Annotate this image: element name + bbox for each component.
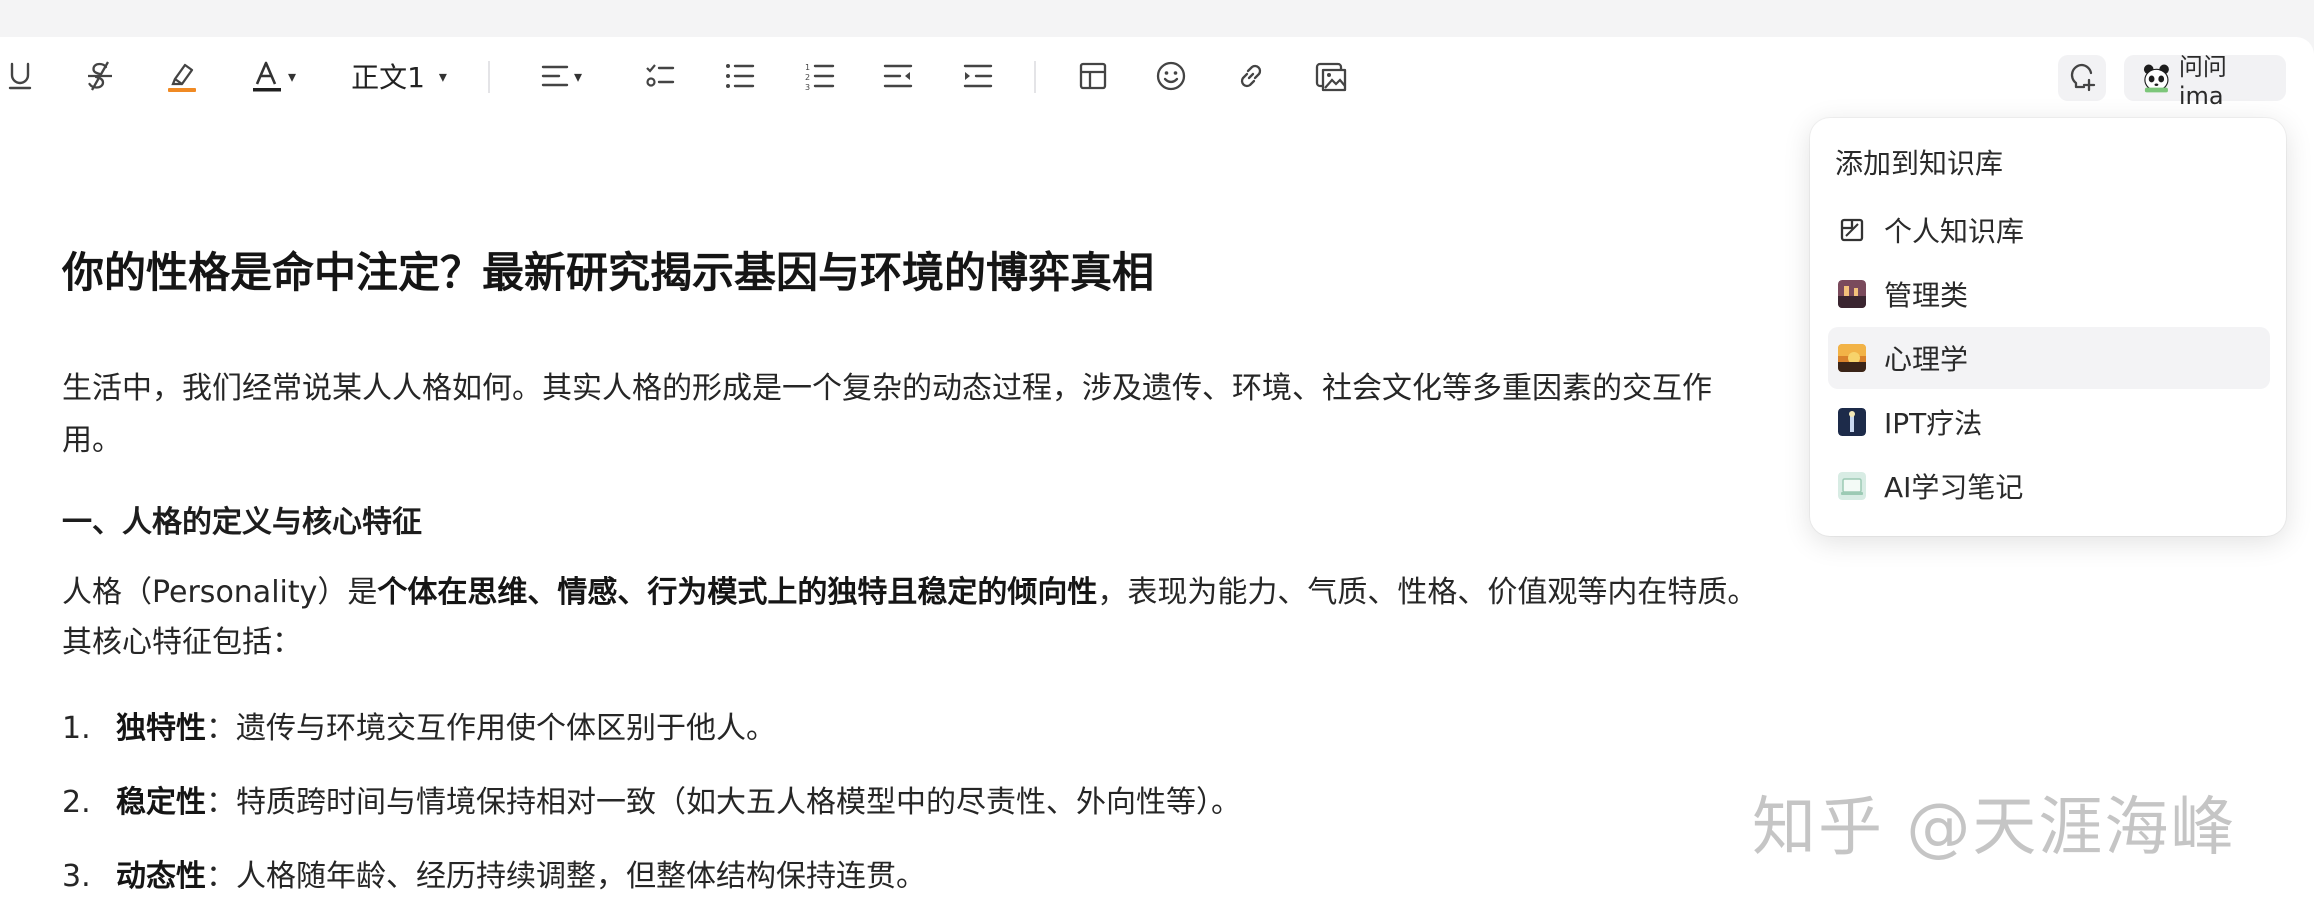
panda-avatar-icon bbox=[2143, 64, 2169, 93]
list-term: 稳定性 bbox=[116, 785, 206, 820]
strikethrough-icon[interactable] bbox=[82, 56, 118, 96]
document-title: 你的性格是命中注定？最新研究揭示基因与环境的博弈真相 bbox=[62, 248, 1155, 297]
list-desc: ：特质跨时间与情境保持相对一致（如大五人格模型中的尽责性、外向性等）。 bbox=[206, 785, 1241, 820]
link-icon[interactable] bbox=[1232, 56, 1270, 96]
indent-icon[interactable] bbox=[960, 56, 996, 96]
formatting-toolbar: ▾ 正文1 ▾ ▾ 123 问问ima bbox=[0, 37, 2314, 119]
chevron-down-icon: ▾ bbox=[573, 66, 583, 86]
text-style-select[interactable]: 正文1 ▾ bbox=[344, 56, 454, 96]
menu-item-ipt[interactable]: IPT疗法 bbox=[1828, 391, 2270, 453]
menu-item-psychology[interactable]: 心理学 bbox=[1828, 327, 2270, 389]
align-icon[interactable]: ▾ bbox=[530, 56, 592, 96]
list-term: 独特性 bbox=[116, 711, 206, 746]
menu-title: 添加到知识库 bbox=[1835, 147, 2004, 180]
text-style-value: 正文1 bbox=[351, 61, 425, 94]
menu-item-label: AI学习笔记 bbox=[1884, 471, 2024, 504]
outdent-icon[interactable] bbox=[880, 56, 916, 96]
list-term: 动态性 bbox=[116, 859, 206, 894]
svg-text:1: 1 bbox=[805, 63, 810, 72]
ask-ima-button[interactable]: 问问ima bbox=[2124, 53, 2286, 110]
menu-item-management[interactable]: 管理类 bbox=[1828, 263, 2270, 325]
checklist-icon[interactable] bbox=[642, 56, 678, 96]
ask-ima-label: 问问ima bbox=[2178, 52, 2227, 110]
list-number: 2. bbox=[62, 785, 91, 820]
numbered-list-icon[interactable]: 123 bbox=[802, 56, 838, 96]
font-color-icon[interactable]: ▾ bbox=[242, 56, 304, 96]
personal-kb-icon bbox=[1840, 218, 1864, 242]
list-desc: ：人格随年龄、经历持续调整，但整体结构保持连贯。 bbox=[206, 859, 926, 894]
underline-icon[interactable] bbox=[2, 56, 38, 96]
list-item: 1. 独特性：遗传与环境交互作用使个体区别于他人。 bbox=[62, 703, 776, 747]
section-heading: 一、人格的定义与核心特征 bbox=[62, 505, 422, 540]
watermark: 知乎 @天涯海峰 bbox=[1752, 791, 2237, 865]
image-icon[interactable] bbox=[1312, 56, 1352, 96]
add-to-knowledge-base-menu: 添加到知识库 个人知识库 管理类 心理学 IPT疗法 AI学习笔记 bbox=[1810, 118, 2286, 536]
table-icon[interactable] bbox=[1074, 56, 1112, 96]
ipt-thumb-icon bbox=[1838, 408, 1866, 436]
svg-text:2: 2 bbox=[805, 73, 810, 82]
definition-bold: 个体在思维、情感、行为模式上的独特且稳定的倾向性 bbox=[377, 575, 1098, 610]
menu-item-label: 管理类 bbox=[1884, 279, 1969, 312]
definition-suffix: ，表现为能力、气质、性格、价值观等内在特质。 bbox=[1097, 575, 1758, 610]
ai-notes-thumb-icon bbox=[1838, 472, 1866, 500]
svg-text:3: 3 bbox=[805, 83, 810, 91]
list-item: 3. 动态性：人格随年龄、经历持续调整，但整体结构保持连贯。 bbox=[62, 851, 926, 895]
definition-prefix: 人格（Personality）是 bbox=[62, 575, 378, 610]
emoji-icon[interactable] bbox=[1152, 56, 1190, 96]
highlight-color-icon[interactable] bbox=[162, 56, 202, 96]
menu-item-ai-notes[interactable]: AI学习笔记 bbox=[1828, 455, 2270, 517]
menu-item-label: 个人知识库 bbox=[1884, 215, 2025, 248]
definition-line-2: 其核心特征包括： bbox=[62, 625, 302, 660]
chevron-down-icon: ▾ bbox=[287, 66, 297, 86]
intro-line-1: 生活中，我们经常说某人人格如何。其实人格的形成是一个复杂的动态过程，涉及遗传、环… bbox=[62, 371, 1712, 406]
toolbar-divider bbox=[1034, 61, 1036, 93]
list-item: 2. 稳定性：特质跨时间与情境保持相对一致（如大五人格模型中的尽责性、外向性等）。 bbox=[62, 777, 1241, 821]
management-thumb-icon bbox=[1838, 280, 1866, 308]
chevron-down-icon: ▾ bbox=[438, 66, 447, 86]
bulb-plus-icon bbox=[2070, 63, 2096, 92]
list-number: 1. bbox=[62, 711, 91, 746]
menu-item-label: 心理学 bbox=[1884, 343, 1969, 376]
list-number: 3. bbox=[62, 859, 91, 894]
list-desc: ：遗传与环境交互作用使个体区别于他人。 bbox=[206, 711, 776, 746]
bullet-list-icon[interactable] bbox=[722, 56, 758, 96]
menu-item-label: IPT疗法 bbox=[1884, 407, 1983, 440]
psychology-thumb-icon bbox=[1838, 344, 1866, 372]
add-comment-button[interactable] bbox=[2058, 55, 2106, 101]
intro-line-2: 用。 bbox=[62, 423, 122, 458]
toolbar-divider bbox=[488, 61, 490, 93]
definition-line-1: 人格（Personality）是个体在思维、情感、行为模式上的独特且稳定的倾向性… bbox=[62, 567, 1757, 619]
menu-item-personal-kb[interactable]: 个人知识库 bbox=[1828, 199, 2270, 261]
